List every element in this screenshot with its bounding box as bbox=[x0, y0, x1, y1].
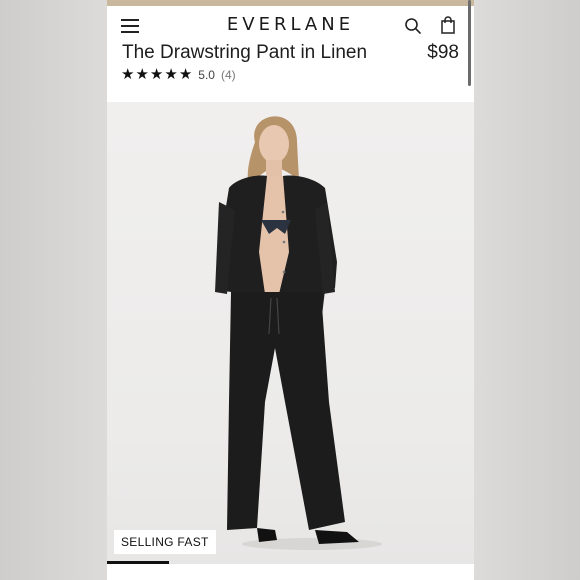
bottom-area bbox=[107, 564, 474, 580]
review-count[interactable]: (4) bbox=[221, 68, 236, 82]
selling-fast-badge: SELLING FAST bbox=[114, 530, 216, 554]
search-icon[interactable] bbox=[403, 16, 423, 36]
right-shoe bbox=[315, 530, 359, 544]
left-shoe bbox=[257, 528, 277, 542]
model-photo bbox=[215, 116, 382, 550]
star-icon: ★ bbox=[135, 66, 149, 83]
phone-screen: EVERLANE The Drawstring Pant in Linen $9… bbox=[107, 0, 474, 580]
product-price: $98 bbox=[427, 42, 459, 63]
face bbox=[259, 125, 289, 163]
star-icon: ★ bbox=[164, 66, 178, 83]
site-header: EVERLANE bbox=[107, 6, 474, 46]
star-icon: ★ bbox=[149, 66, 164, 83]
drawstring-pants bbox=[227, 292, 345, 530]
star-icon: ★ bbox=[121, 66, 135, 83]
rating-value: 5.0 bbox=[198, 68, 215, 82]
shopping-bag-icon[interactable] bbox=[438, 15, 458, 35]
backdrop-right bbox=[474, 0, 580, 580]
backdrop-left bbox=[0, 0, 107, 580]
rating-row[interactable]: ★ ★ ★ ★ ★ 5.0 (4) bbox=[121, 67, 236, 83]
product-title: The Drawstring Pant in Linen bbox=[122, 42, 368, 63]
product-image[interactable]: SELLING FAST bbox=[107, 102, 474, 564]
star-icon: ★ bbox=[178, 66, 193, 83]
neck bbox=[266, 160, 282, 178]
